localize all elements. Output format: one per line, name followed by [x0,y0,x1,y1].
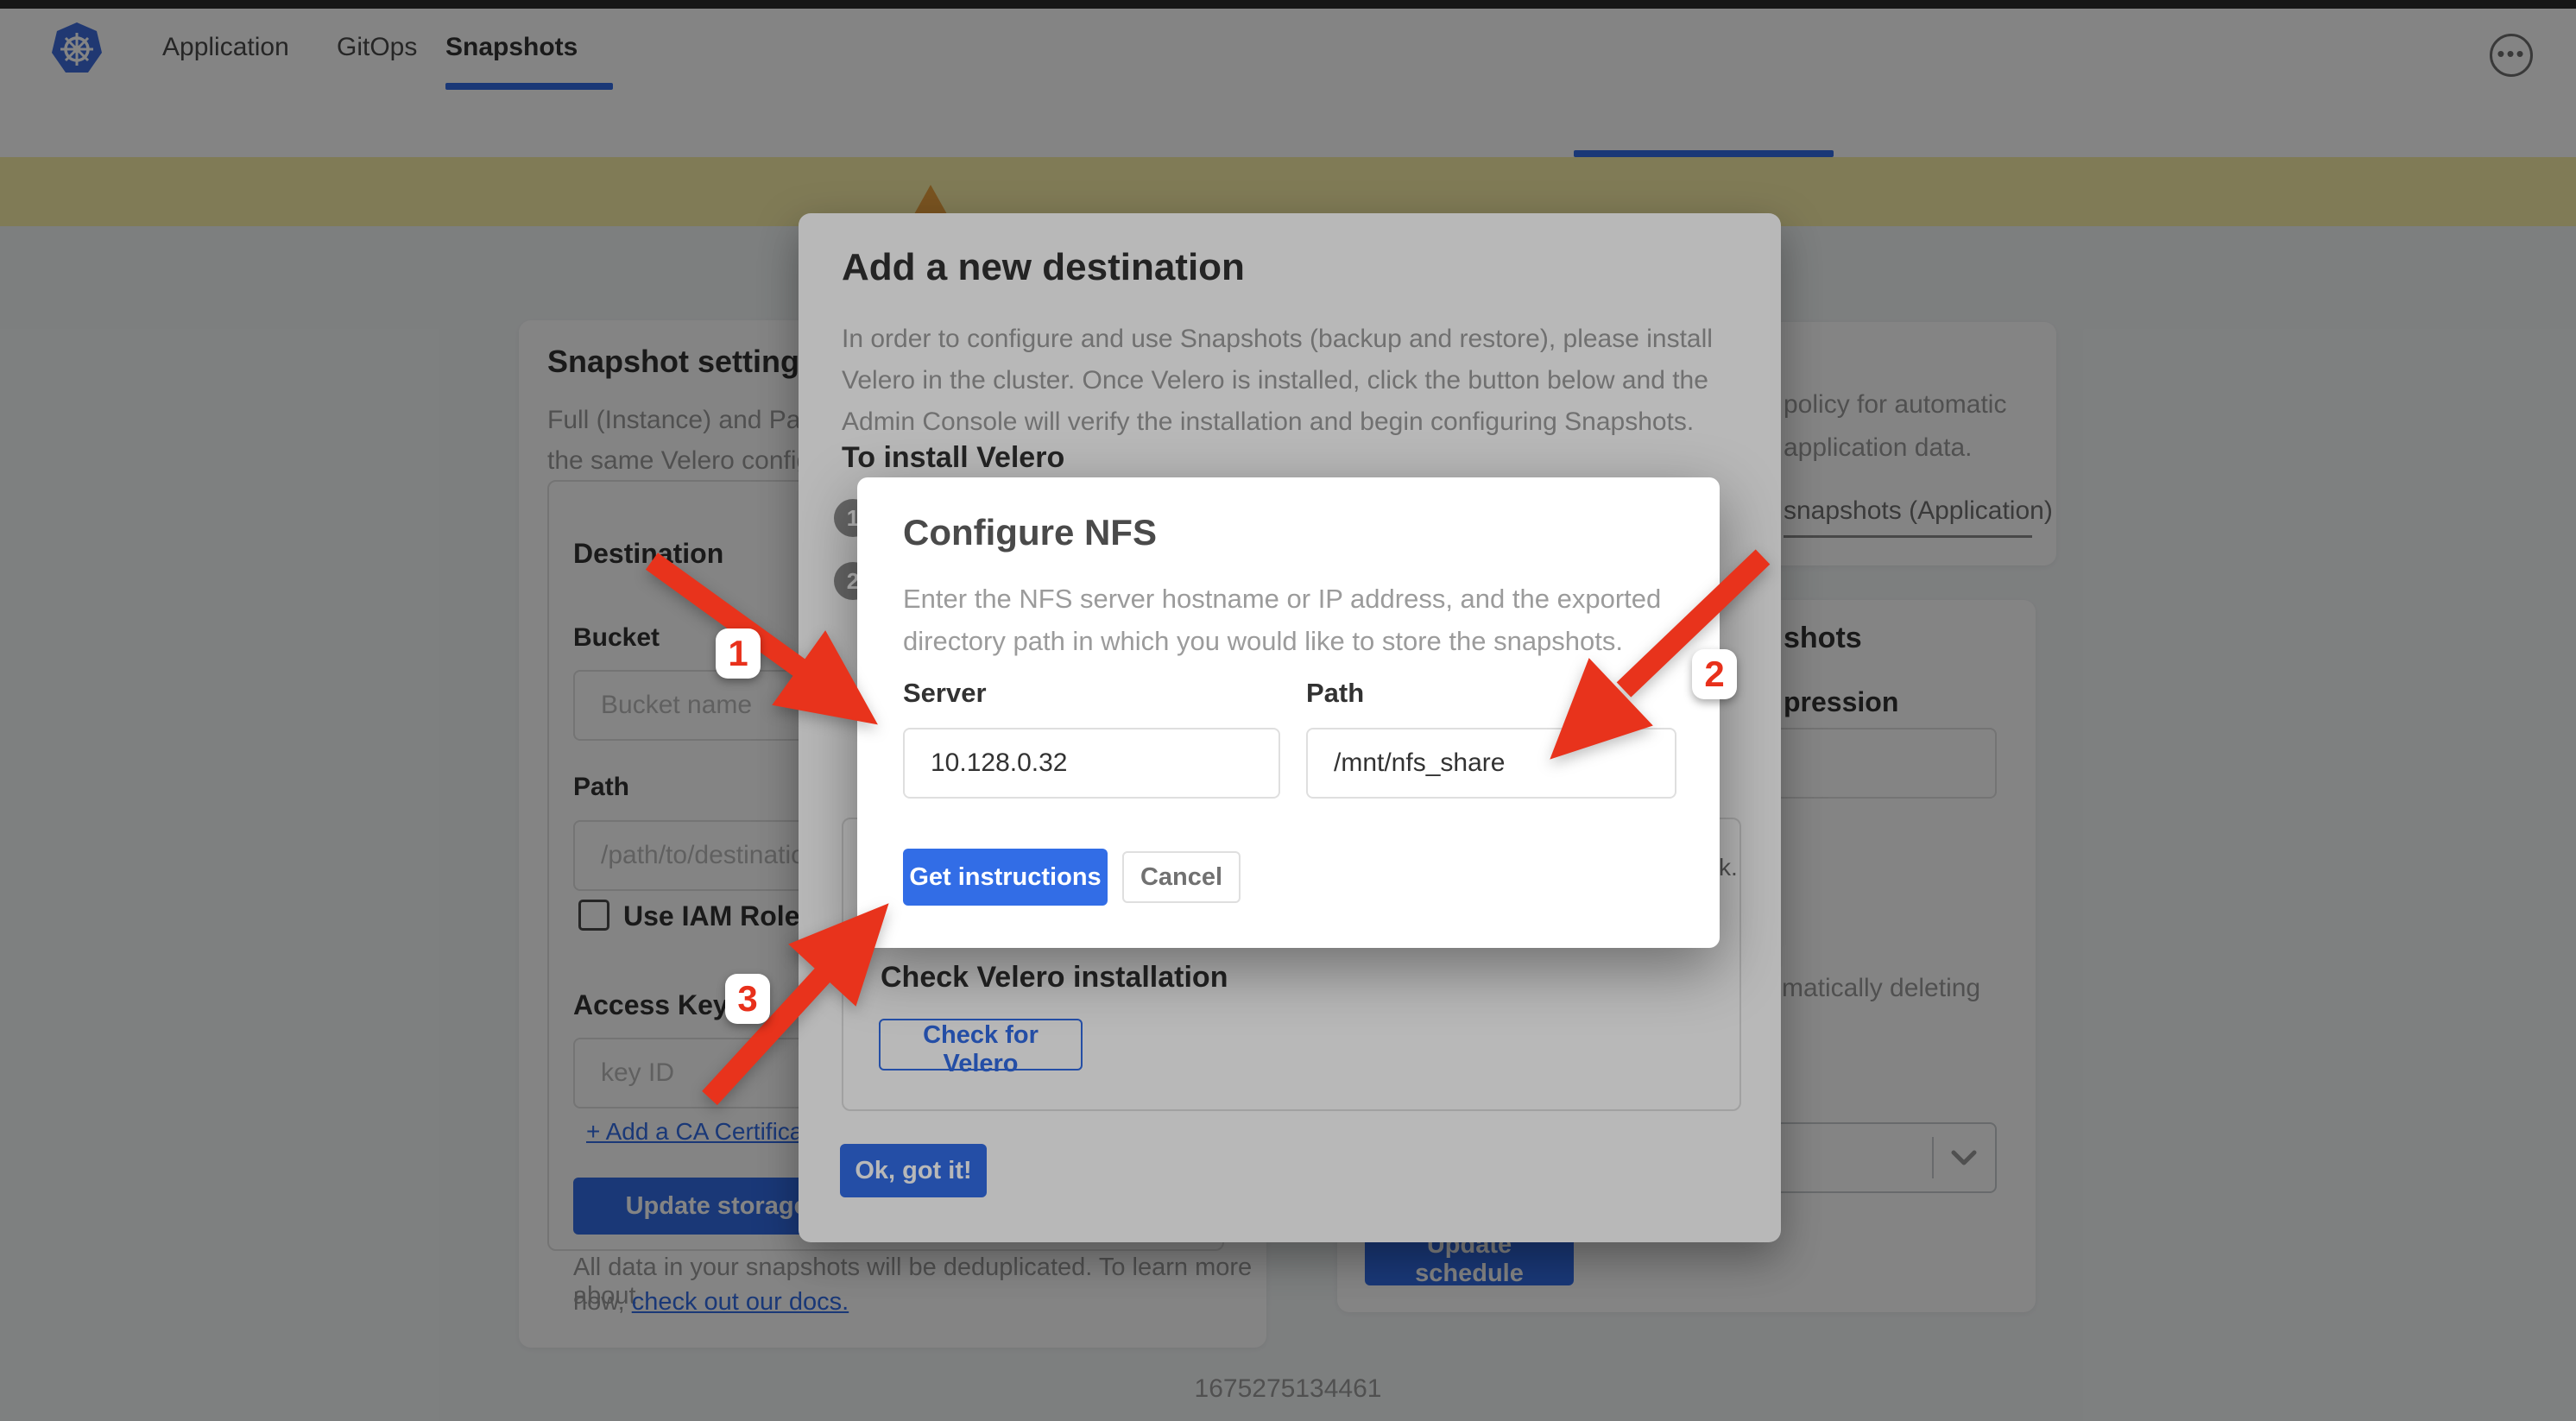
nfs-modal-title: Configure NFS [903,512,1157,553]
server-label: Server [903,678,987,709]
get-instructions-button[interactable]: Get instructions [903,849,1108,906]
nfs-modal-body: Enter the NFS server hostname or IP addr… [903,578,1689,662]
annotation-badge-3: 3 [725,974,770,1024]
annotation-badge-2: 2 [1692,649,1737,699]
server-input[interactable] [903,728,1280,799]
app-root: Application GitOps Snapshots ••• Full Sn… [0,0,2576,1421]
configure-nfs-modal: Configure NFS Enter the NFS server hostn… [857,477,1720,948]
nfs-path-input[interactable] [1306,728,1676,799]
annotation-badge-1: 1 [716,628,761,679]
nfs-path-label: Path [1306,678,1364,709]
cancel-button[interactable]: Cancel [1122,851,1241,903]
